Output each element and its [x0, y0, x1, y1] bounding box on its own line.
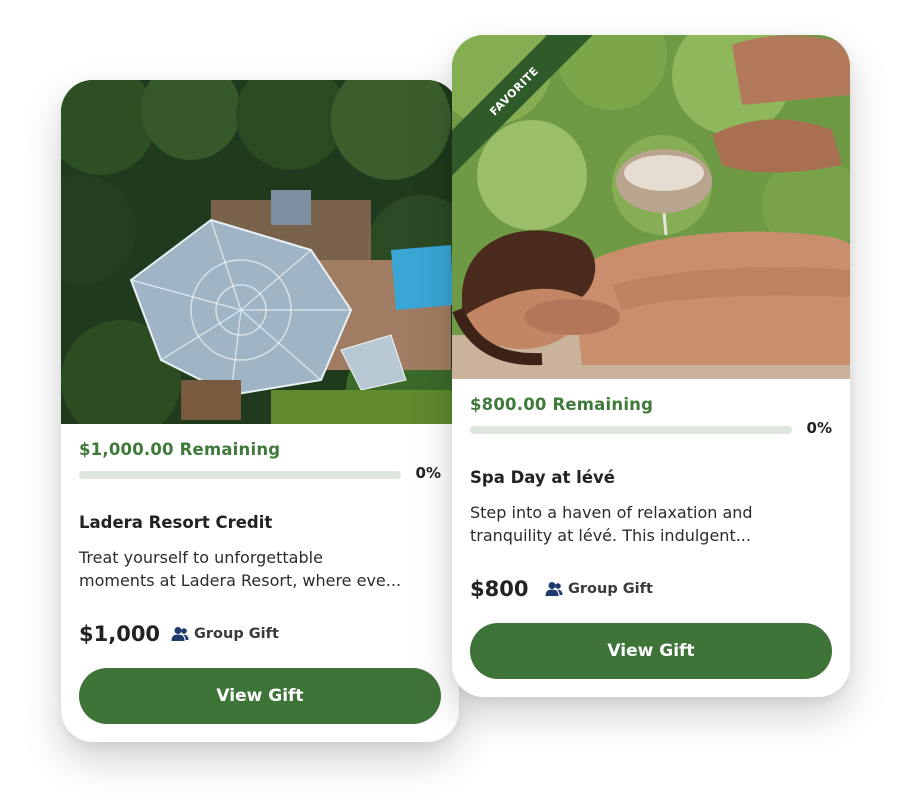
- view-gift-button[interactable]: View Gift: [79, 668, 441, 724]
- favorite-ribbon: FAVORITE: [452, 35, 632, 215]
- view-gift-button[interactable]: View Gift: [470, 623, 832, 679]
- gift-title: Ladera Resort Credit: [79, 513, 273, 532]
- gift-description: Treat yourself to unforgettable moments …: [79, 546, 444, 592]
- gift-price: $1,000: [79, 622, 161, 646]
- progress-percent: 0%: [415, 464, 441, 482]
- remaining-amount: $800.00 Remaining: [470, 395, 654, 414]
- description-line: tranquility at lévé. This indulgent...: [470, 526, 751, 545]
- group-gift-label: Group Gift: [568, 581, 653, 597]
- gift-description: Step into a haven of relaxation and tran…: [470, 501, 835, 547]
- group-gift-label: Group Gift: [194, 626, 279, 642]
- progress-percent: 0%: [806, 419, 832, 437]
- gift-card-ladera[interactable]: $1,000.00 Remaining 0% Ladera Resort Cre…: [61, 80, 459, 742]
- people-icon: [171, 626, 189, 642]
- progress-bar: [79, 471, 401, 479]
- description-line: Treat yourself to unforgettable: [79, 548, 323, 567]
- description-line: Step into a haven of relaxation and: [470, 503, 753, 522]
- group-gift-tag: Group Gift: [545, 581, 653, 597]
- resort-aerial-image: [61, 80, 459, 424]
- gift-price: $800: [470, 577, 529, 601]
- remaining-amount: $1,000.00 Remaining: [79, 440, 281, 459]
- progress-bar: [470, 426, 792, 434]
- people-icon: [545, 581, 563, 597]
- favorite-ribbon-label: FAVORITE: [452, 35, 611, 188]
- description-line: moments at Ladera Resort, where eve...: [79, 571, 402, 590]
- gift-title: Spa Day at lévé: [470, 468, 615, 487]
- gift-card-spa[interactable]: FAVORITE $800.00 Remaining 0% Spa Day at…: [452, 35, 850, 697]
- group-gift-tag: Group Gift: [171, 626, 279, 642]
